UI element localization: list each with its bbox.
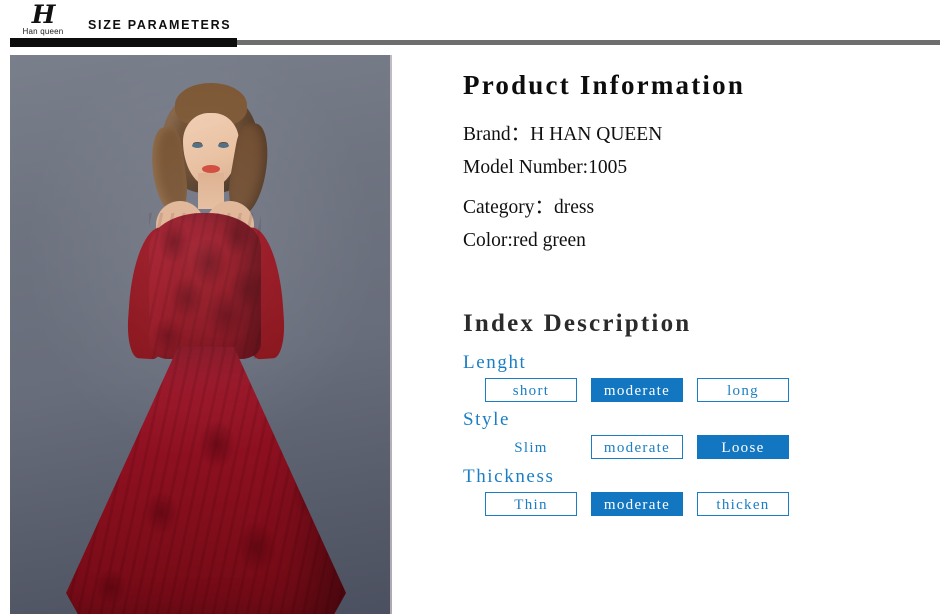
product-info-panel: Product Information Brand：H HAN QUEEN Mo…	[462, 70, 932, 523]
option-thickness-moderate[interactable]: moderate	[591, 492, 683, 516]
color-line: Color:red green	[463, 230, 586, 251]
option-row-style: Slim moderate Loose	[485, 435, 932, 459]
option-style-loose[interactable]: Loose	[697, 435, 789, 459]
option-row-lenght: short moderate long	[485, 378, 932, 402]
page-header: H Han queen SIZE PARAMETERS	[0, 0, 950, 50]
product-photo[interactable]	[10, 55, 392, 614]
category-line: Category：dress	[463, 197, 595, 218]
header-accent-bar-black	[10, 38, 237, 47]
logo-wordmark: Han queen	[22, 27, 64, 36]
model-number-line: Model Number:1005	[463, 157, 628, 178]
option-lenght-short[interactable]: short	[485, 378, 577, 402]
brand-line: Brand：H HAN QUEEN	[463, 124, 663, 145]
photo-right-edge	[390, 55, 392, 614]
option-style-slim[interactable]: Slim	[485, 435, 577, 459]
index-label-style: Style	[463, 409, 511, 430]
option-thickness-thin[interactable]: Thin	[485, 492, 577, 516]
option-lenght-long[interactable]: long	[697, 378, 789, 402]
brand-logo[interactable]: H Han queen	[10, 2, 76, 38]
product-information-heading: Product Information	[463, 70, 746, 100]
index-description-section: Index Description Lenght short moderate …	[462, 310, 932, 516]
option-lenght-moderate[interactable]: moderate	[591, 378, 683, 402]
index-label-thickness: Thickness	[463, 466, 555, 487]
logo-h-icon: H	[31, 0, 56, 29]
header-accent-bar-gray	[237, 40, 940, 45]
index-description-heading: Index Description	[463, 310, 692, 337]
page-title: SIZE PARAMETERS	[88, 18, 232, 32]
option-style-moderate[interactable]: moderate	[591, 435, 683, 459]
option-thickness-thicken[interactable]: thicken	[697, 492, 789, 516]
index-label-lenght: Lenght	[463, 352, 527, 373]
option-row-thickness: Thin moderate thicken	[485, 492, 932, 516]
photo-vignette	[10, 55, 392, 614]
